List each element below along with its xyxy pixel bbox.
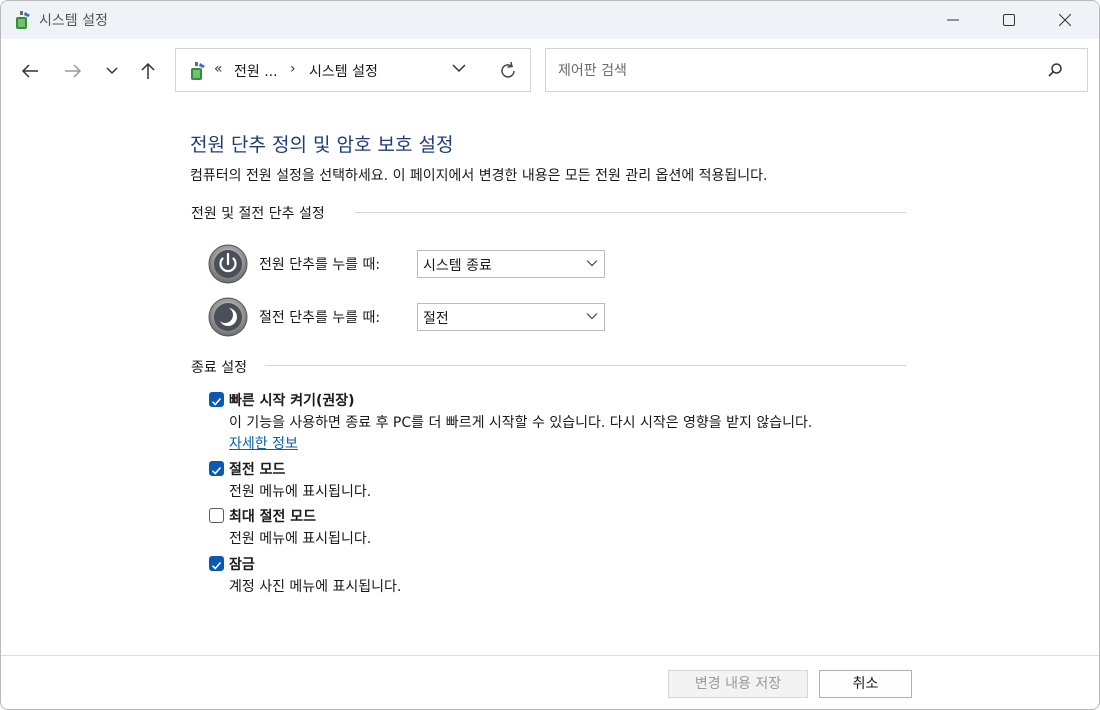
- lock-checkbox[interactable]: [209, 556, 224, 571]
- section-divider: [355, 212, 906, 213]
- hibernate-checkbox[interactable]: [209, 508, 224, 523]
- recent-locations-button[interactable]: [98, 58, 126, 84]
- address-overflow[interactable]: «: [214, 61, 223, 77]
- close-icon: [1059, 14, 1071, 26]
- shutdown-section-heading: 종료 설정: [191, 360, 247, 376]
- checkmark-icon: [211, 561, 222, 570]
- chevron-down-icon: [106, 67, 118, 75]
- arrow-left-icon: [21, 64, 38, 78]
- refresh-icon[interactable]: [498, 61, 518, 81]
- control-panel-window: 시스템 설정 « 전원 ... › 시스템 설정 제어판 검색 전원 단추 정의…: [0, 0, 1100, 710]
- chevron-down-icon: [586, 260, 598, 267]
- power-options-icon: [16, 11, 30, 29]
- chevron-down-icon: [586, 313, 598, 320]
- cancel-button[interactable]: 취소: [819, 670, 912, 698]
- maximize-icon: [1003, 14, 1015, 26]
- search-box[interactable]: [545, 48, 1088, 92]
- hibernate-description: 전원 메뉴에 표시됩니다.: [229, 531, 372, 547]
- sleep-description: 전원 메뉴에 표시됩니다.: [229, 484, 372, 500]
- lock-label[interactable]: 잠금: [229, 554, 255, 574]
- checkmark-icon: [211, 466, 222, 475]
- up-button[interactable]: [134, 58, 162, 84]
- footer-divider: [1, 655, 1099, 656]
- address-bar[interactable]: « 전원 ... › 시스템 설정: [175, 48, 531, 92]
- sleep-button-action-select[interactable]: 절전: [417, 303, 605, 331]
- arrow-up-icon: [141, 62, 155, 79]
- maximize-button[interactable]: [981, 1, 1037, 39]
- save-changes-button[interactable]: 변경 내용 저장: [668, 670, 808, 698]
- lock-description: 계정 사진 메뉴에 표시됩니다.: [229, 579, 402, 595]
- title-bar: 시스템 설정: [1, 1, 1099, 39]
- minimize-icon: [947, 19, 959, 21]
- arrow-right-icon: [65, 64, 82, 78]
- fast-startup-checkbox[interactable]: [209, 392, 224, 407]
- search-icon[interactable]: [1047, 62, 1063, 78]
- fast-startup-description: 이 기능을 사용하면 종료 후 PC를 더 빠르게 시작할 수 있습니다. 다시…: [229, 415, 813, 431]
- breadcrumb-power-options[interactable]: 전원 ...: [234, 61, 278, 81]
- power-button-action-select[interactable]: 시스템 종료: [417, 250, 605, 278]
- window-title: 시스템 설정: [39, 13, 108, 29]
- power-button-label: 전원 단추를 누를 때:: [259, 257, 381, 273]
- power-button-action-value: 시스템 종료: [423, 258, 492, 274]
- power-button-row: 전원 단추를 누를 때: 시스템 종료: [208, 244, 608, 284]
- back-button[interactable]: [16, 58, 44, 84]
- more-info-link[interactable]: 자세한 정보: [229, 433, 298, 453]
- breadcrumb-separator[interactable]: ›: [290, 61, 296, 77]
- close-button[interactable]: [1037, 1, 1093, 39]
- sleep-button-action-value: 절전: [423, 311, 449, 327]
- fast-startup-label[interactable]: 빠른 시작 켜기(권장): [229, 390, 355, 410]
- forward-button[interactable]: [59, 58, 87, 84]
- sleep-button-row: 절전 단추를 누를 때: 절전: [208, 297, 608, 337]
- power-section-heading: 전원 및 절전 단추 설정: [191, 206, 325, 222]
- page-title: 전원 단추 정의 및 암호 보호 설정: [190, 134, 454, 156]
- page-description: 컴퓨터의 전원 설정을 선택하세요. 이 페이지에서 변경한 내용은 모든 전원…: [190, 168, 768, 184]
- checkmark-icon: [211, 397, 222, 406]
- breadcrumb-system-settings[interactable]: 시스템 설정: [309, 61, 378, 81]
- sleep-button-label: 절전 단추를 누를 때:: [259, 310, 381, 326]
- sleep-label[interactable]: 절전 모드: [229, 459, 285, 479]
- minimize-button[interactable]: [925, 1, 981, 39]
- power-icon: [208, 244, 248, 284]
- sleep-icon: [208, 297, 248, 337]
- section-divider: [265, 365, 906, 366]
- power-options-icon: [191, 62, 205, 80]
- sleep-checkbox[interactable]: [209, 461, 224, 476]
- chevron-down-icon[interactable]: [452, 63, 466, 73]
- hibernate-label[interactable]: 최대 절전 모드: [229, 506, 316, 526]
- search-input[interactable]: [556, 59, 1030, 83]
